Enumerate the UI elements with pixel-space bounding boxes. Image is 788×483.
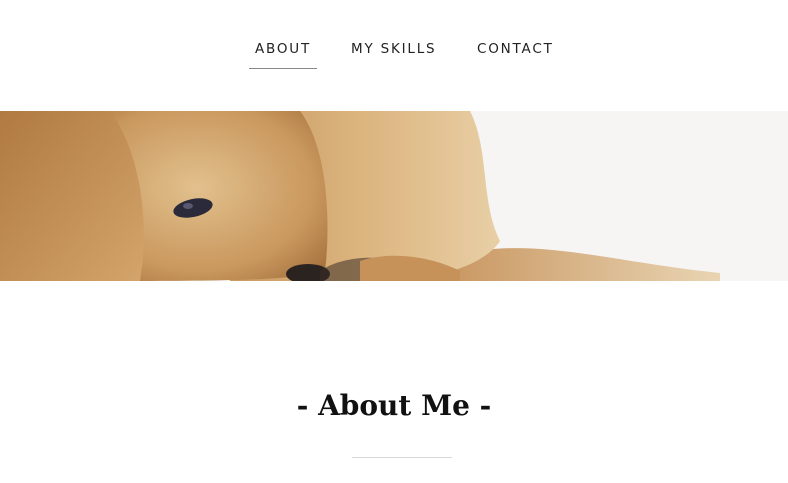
nav-link-about[interactable]: ABOUT [248,41,318,69]
hero-banner [0,111,788,281]
about-me-heading: - About Me - [296,389,492,422]
nav-link-my-skills[interactable]: MY SKILLS [351,41,436,57]
heading-divider [352,457,452,458]
puppy-photo [0,111,788,281]
nav-link-contact[interactable]: CONTACT [477,41,554,57]
top-navigation: ABOUT MY SKILLS CONTACT [0,0,788,111]
